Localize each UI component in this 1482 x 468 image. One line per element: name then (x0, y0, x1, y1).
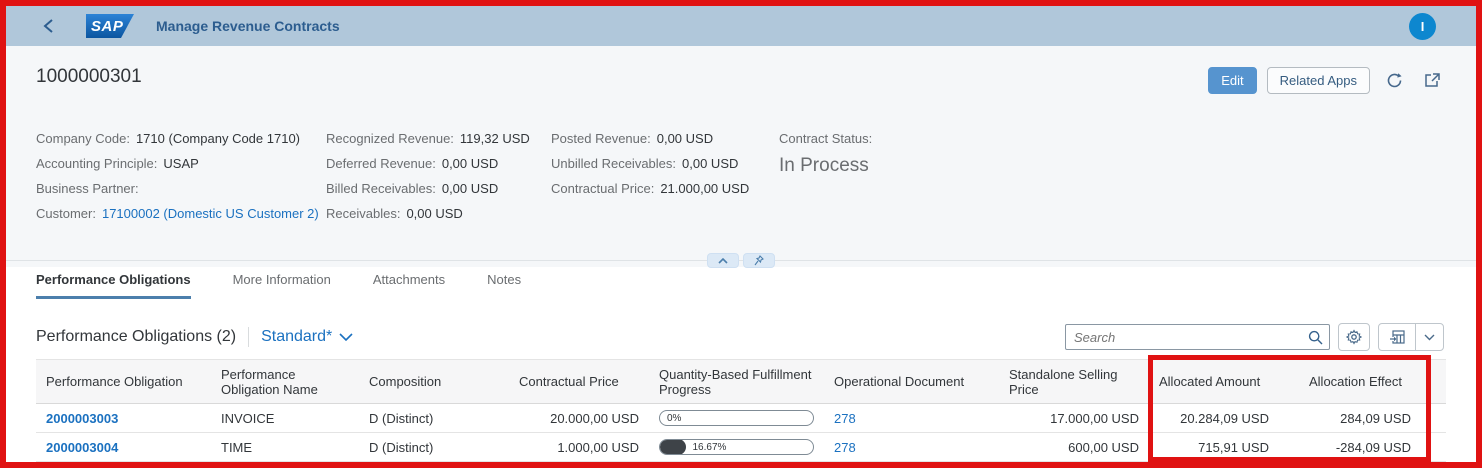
refresh-icon[interactable] (1380, 66, 1408, 94)
table-title: Performance Obligations (2) (36, 328, 237, 345)
collapse-header-button[interactable] (707, 253, 739, 268)
attr-contractual-price: Contractual Price: 21.000,00 USD (551, 181, 750, 196)
attr-company-code: Company Code: 1710 (Company Code 1710) (36, 131, 301, 146)
performance-obligations-table: Performance Obligation Performance Oblig… (36, 359, 1446, 462)
gear-icon (1346, 329, 1362, 345)
table-settings-button[interactable] (1338, 323, 1370, 351)
app-title: Manage Revenue Contracts (156, 18, 340, 34)
col-performance-obligation[interactable]: Performance Obligation (36, 359, 211, 404)
cell-name: INVOICE (211, 403, 359, 433)
performance-obligation-link[interactable]: 2000003003 (46, 411, 118, 426)
customer-link[interactable]: 17100002 (Domestic US Customer 2) (102, 206, 319, 221)
progress-label: 0% (667, 412, 682, 424)
section-tabs: Performance Obligations More Information… (6, 267, 1476, 299)
view-selector[interactable]: Standard* (261, 328, 353, 346)
attr-recognized-revenue: Recognized Revenue: 119,32 USD (326, 131, 530, 146)
attr-unbilled-receivables: Unbilled Receivables: 0,00 USD (551, 156, 739, 171)
sap-logo: SAP (86, 14, 134, 38)
operational-document-link[interactable]: 278 (834, 440, 856, 455)
performance-obligation-link[interactable]: 2000003004 (46, 440, 118, 455)
table-toolbar: Performance Obligations (2) Standard* (6, 299, 1476, 353)
col-allocated-amount[interactable]: Allocated Amount (1149, 359, 1299, 404)
col-fulfillment-progress[interactable]: Quantity-Based Fulfillment Progress (649, 359, 824, 404)
chevron-down-icon (1424, 334, 1435, 340)
col-composition[interactable]: Composition (359, 359, 509, 404)
export-split-button (1378, 323, 1444, 351)
attr-contract-status: Contract Status: In Process (779, 131, 873, 176)
cell-allocation-effect: 284,09 USD (1299, 403, 1446, 433)
cell-contractual-price: 20.000,00 USD (509, 403, 649, 433)
related-apps-button[interactable]: Related Apps (1266, 66, 1370, 94)
cell-standalone-selling-price: 600,00 USD (999, 432, 1149, 462)
shell-bar: SAP Manage Revenue Contracts I (6, 6, 1476, 46)
header-attributes: Company Code: 1710 (Company Code 1710) Ac… (36, 126, 1446, 226)
attr-business-partner: Business Partner: (36, 181, 139, 196)
attr-posted-revenue: Posted Revenue: 0,00 USD (551, 131, 714, 146)
cell-contractual-price: 1.000,00 USD (509, 432, 649, 462)
fulfillment-progress-bar: 0% (659, 410, 814, 426)
col-allocation-effect[interactable]: Allocation Effect (1299, 359, 1446, 404)
col-performance-obligation-name[interactable]: Performance Obligation Name (211, 359, 359, 404)
app-frame: SAP Manage Revenue Contracts I 100000030… (0, 0, 1482, 468)
tab-performance-obligations[interactable]: Performance Obligations (36, 272, 191, 299)
cell-composition: D (Distinct) (359, 403, 509, 433)
col-contractual-price[interactable]: Contractual Price (509, 359, 649, 404)
object-id-title: 1000000301 (36, 66, 142, 87)
export-button[interactable] (1379, 324, 1415, 350)
cell-composition: D (Distinct) (359, 432, 509, 462)
attr-receivables: Receivables: 0,00 USD (326, 206, 463, 221)
edit-button[interactable]: Edit (1208, 66, 1257, 94)
operational-document-link[interactable]: 278 (834, 411, 856, 426)
col-operational-document[interactable]: Operational Document (824, 359, 999, 404)
back-button[interactable] (34, 12, 62, 40)
progress-label: 16.67% (692, 441, 727, 453)
fulfillment-progress-bar: 16.67% (659, 439, 814, 455)
sap-logo-text: SAP (91, 17, 124, 35)
export-menu-arrow[interactable] (1415, 324, 1443, 350)
table-row[interactable]: 2000003004 TIME D (Distinct) 1.000,00 US… (36, 432, 1446, 462)
search-icon[interactable] (1308, 330, 1323, 345)
user-avatar[interactable]: I (1409, 12, 1436, 40)
col-standalone-selling-price[interactable]: Standalone Selling Price (999, 359, 1149, 404)
cell-name: TIME (211, 432, 359, 462)
table-row[interactable]: 2000003003 INVOICE D (Distinct) 20.000,0… (36, 403, 1446, 433)
attr-billed-receivables: Billed Receivables: 0,00 USD (326, 181, 499, 196)
header-collapse-row (6, 253, 1476, 268)
search-field[interactable] (1065, 324, 1330, 350)
cell-allocated-amount: 715,91 USD (1149, 432, 1299, 462)
performance-obligations-section: Performance Obligations (2) Standard* Se… (6, 299, 1476, 462)
cell-standalone-selling-price: 17.000,00 USD (999, 403, 1149, 433)
tab-attachments[interactable]: Attachments (373, 272, 445, 299)
cell-allocated-amount: 20.284,09 USD (1149, 403, 1299, 433)
attr-customer: Customer: 17100002 (Domestic US Customer … (36, 206, 319, 221)
object-page-header: 1000000301 Edit Related Apps Company Cod… (6, 46, 1476, 253)
cell-allocation-effect: -284,09 USD (1299, 432, 1446, 462)
attr-accounting-principle: Accounting Principle: USAP (36, 156, 199, 171)
pin-header-button[interactable] (743, 253, 775, 268)
share-icon[interactable] (1418, 66, 1446, 94)
table-header-row: Performance Obligation Performance Oblig… (36, 359, 1446, 404)
search-input[interactable] (1074, 329, 1308, 345)
export-spreadsheet-icon (1389, 330, 1405, 344)
chevron-down-icon (339, 333, 353, 341)
contract-status-value: In Process (779, 155, 869, 176)
tab-notes[interactable]: Notes (487, 272, 521, 299)
tab-more-information[interactable]: More Information (233, 272, 331, 299)
attr-deferred-revenue: Deferred Revenue: 0,00 USD (326, 156, 499, 171)
